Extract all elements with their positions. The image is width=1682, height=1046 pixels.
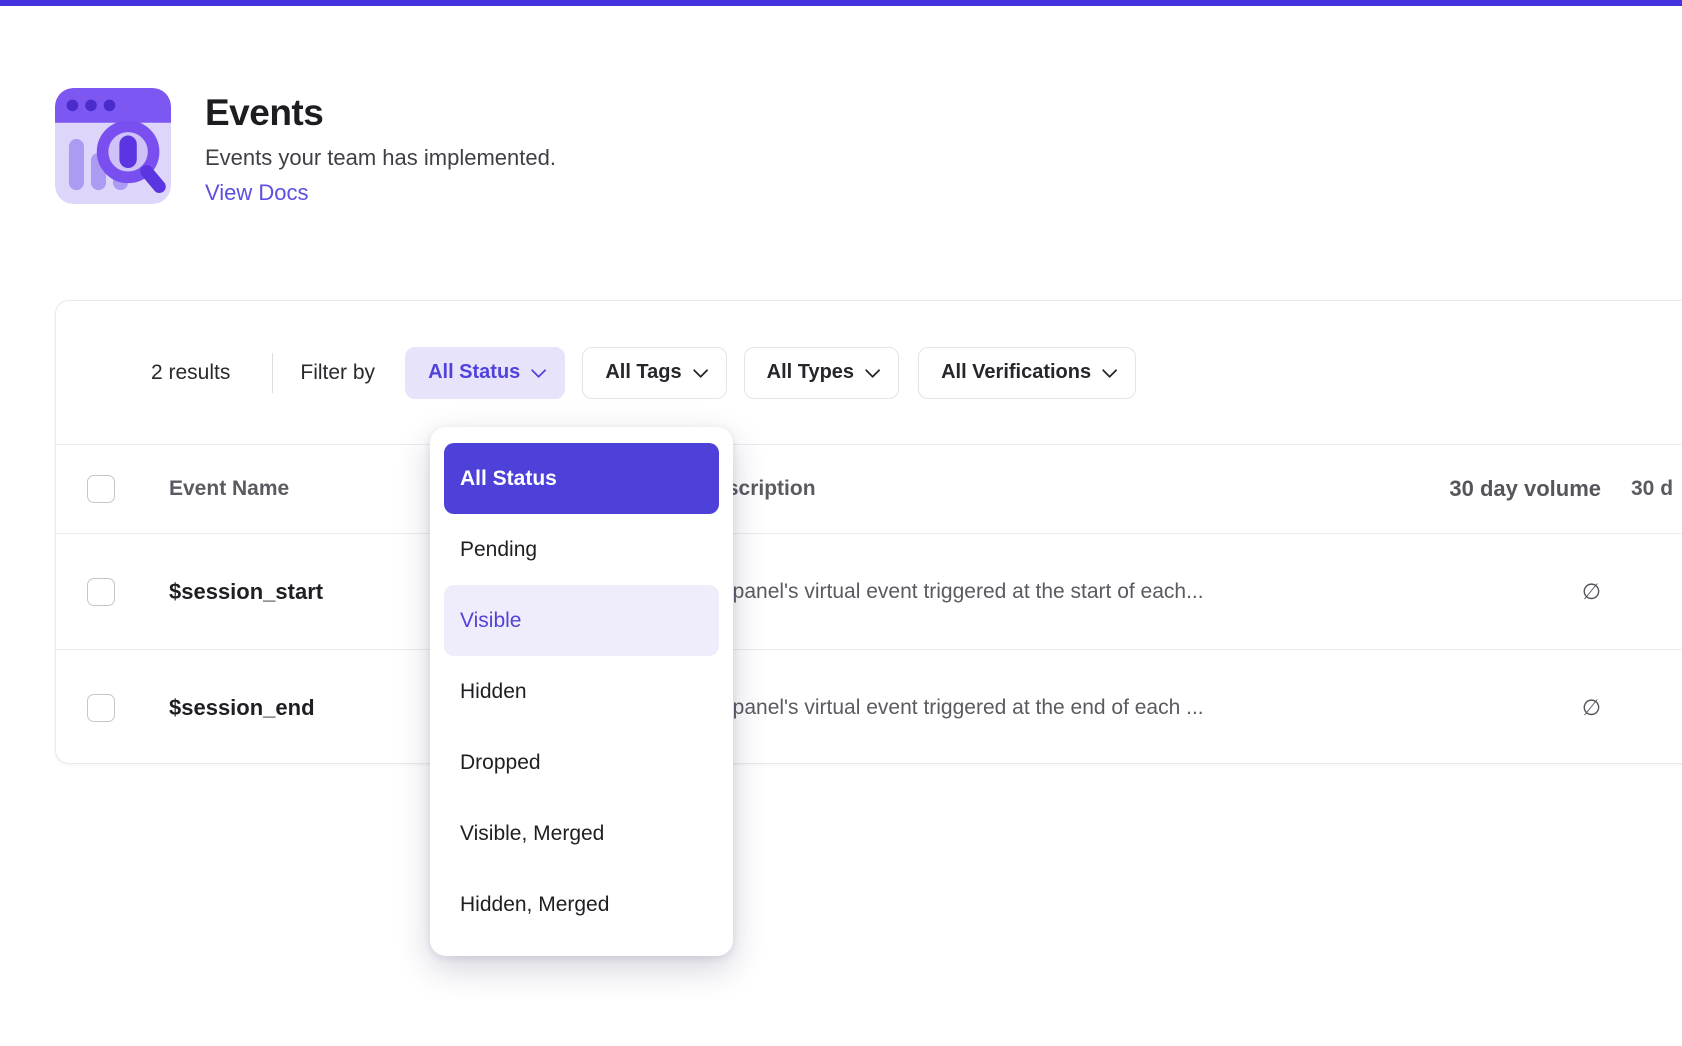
select-all-cell (56, 475, 163, 503)
select-all-checkbox[interactable] (87, 475, 115, 503)
chevron-down-icon (692, 363, 708, 379)
page-title: Events (205, 92, 556, 134)
tags-filter-label: All Tags (605, 361, 681, 384)
chevron-down-icon (1102, 363, 1118, 379)
page-header: Events Events your team has implemented.… (55, 88, 556, 206)
dropdown-option-visible[interactable]: Visible (444, 585, 719, 656)
dropdown-option-pending[interactable]: Pending (444, 514, 719, 585)
events-page-icon (55, 88, 171, 204)
table-header-row: Event Name Description 30 day volume 30 … (56, 444, 1682, 533)
row-checkbox-cell (56, 694, 163, 722)
events-card: 2 results Filter by All Status All Tags … (55, 300, 1682, 764)
column-header-30day-partial: 30 d (1616, 477, 1682, 501)
filter-by-label: Filter by (300, 361, 375, 385)
dropdown-option-dropped[interactable]: Dropped (444, 727, 719, 798)
tags-filter-button[interactable]: All Tags (582, 347, 726, 399)
chevron-down-icon (531, 363, 547, 379)
table-row[interactable]: $session_end Mixpanel's virtual event tr… (56, 649, 1682, 765)
verifications-filter-button[interactable]: All Verifications (918, 347, 1136, 399)
row-checkbox[interactable] (87, 578, 115, 606)
dropdown-option-visible-merged[interactable]: Visible, Merged (444, 798, 719, 869)
browser-window-icon (55, 88, 171, 204)
types-filter-button[interactable]: All Types (744, 347, 899, 399)
event-30day-volume: ∅ (1431, 695, 1616, 721)
status-dropdown-menu: All Status Pending Visible Hidden Droppe… (430, 427, 733, 956)
page-header-text: Events Events your team has implemented.… (205, 88, 556, 206)
status-filter-label: All Status (428, 361, 520, 384)
table-row[interactable]: $session_start Mixpanel's virtual event … (56, 533, 1682, 649)
verifications-filter-label: All Verifications (941, 361, 1091, 384)
filter-divider (272, 353, 273, 393)
results-count: 2 results (151, 361, 230, 385)
column-header-description: Description (700, 477, 1431, 501)
page-subtitle: Events your team has implemented. (205, 145, 556, 171)
top-accent-bar (0, 0, 1682, 6)
event-description: Mixpanel's virtual event triggered at th… (700, 696, 1431, 720)
dropdown-option-hidden[interactable]: Hidden (444, 656, 719, 727)
view-docs-link[interactable]: View Docs (205, 180, 556, 206)
filter-bar: 2 results Filter by All Status All Tags … (56, 301, 1682, 444)
status-filter-button[interactable]: All Status (405, 347, 565, 399)
dropdown-option-all-status[interactable]: All Status (444, 443, 719, 514)
chevron-down-icon (865, 363, 881, 379)
column-header-30day-volume: 30 day volume (1431, 476, 1616, 502)
row-checkbox-cell (56, 578, 163, 606)
row-checkbox[interactable] (87, 694, 115, 722)
types-filter-label: All Types (767, 361, 854, 384)
event-30day-volume: ∅ (1431, 579, 1616, 605)
dropdown-option-hidden-merged[interactable]: Hidden, Merged (444, 869, 719, 940)
event-description: Mixpanel's virtual event triggered at th… (700, 580, 1431, 604)
